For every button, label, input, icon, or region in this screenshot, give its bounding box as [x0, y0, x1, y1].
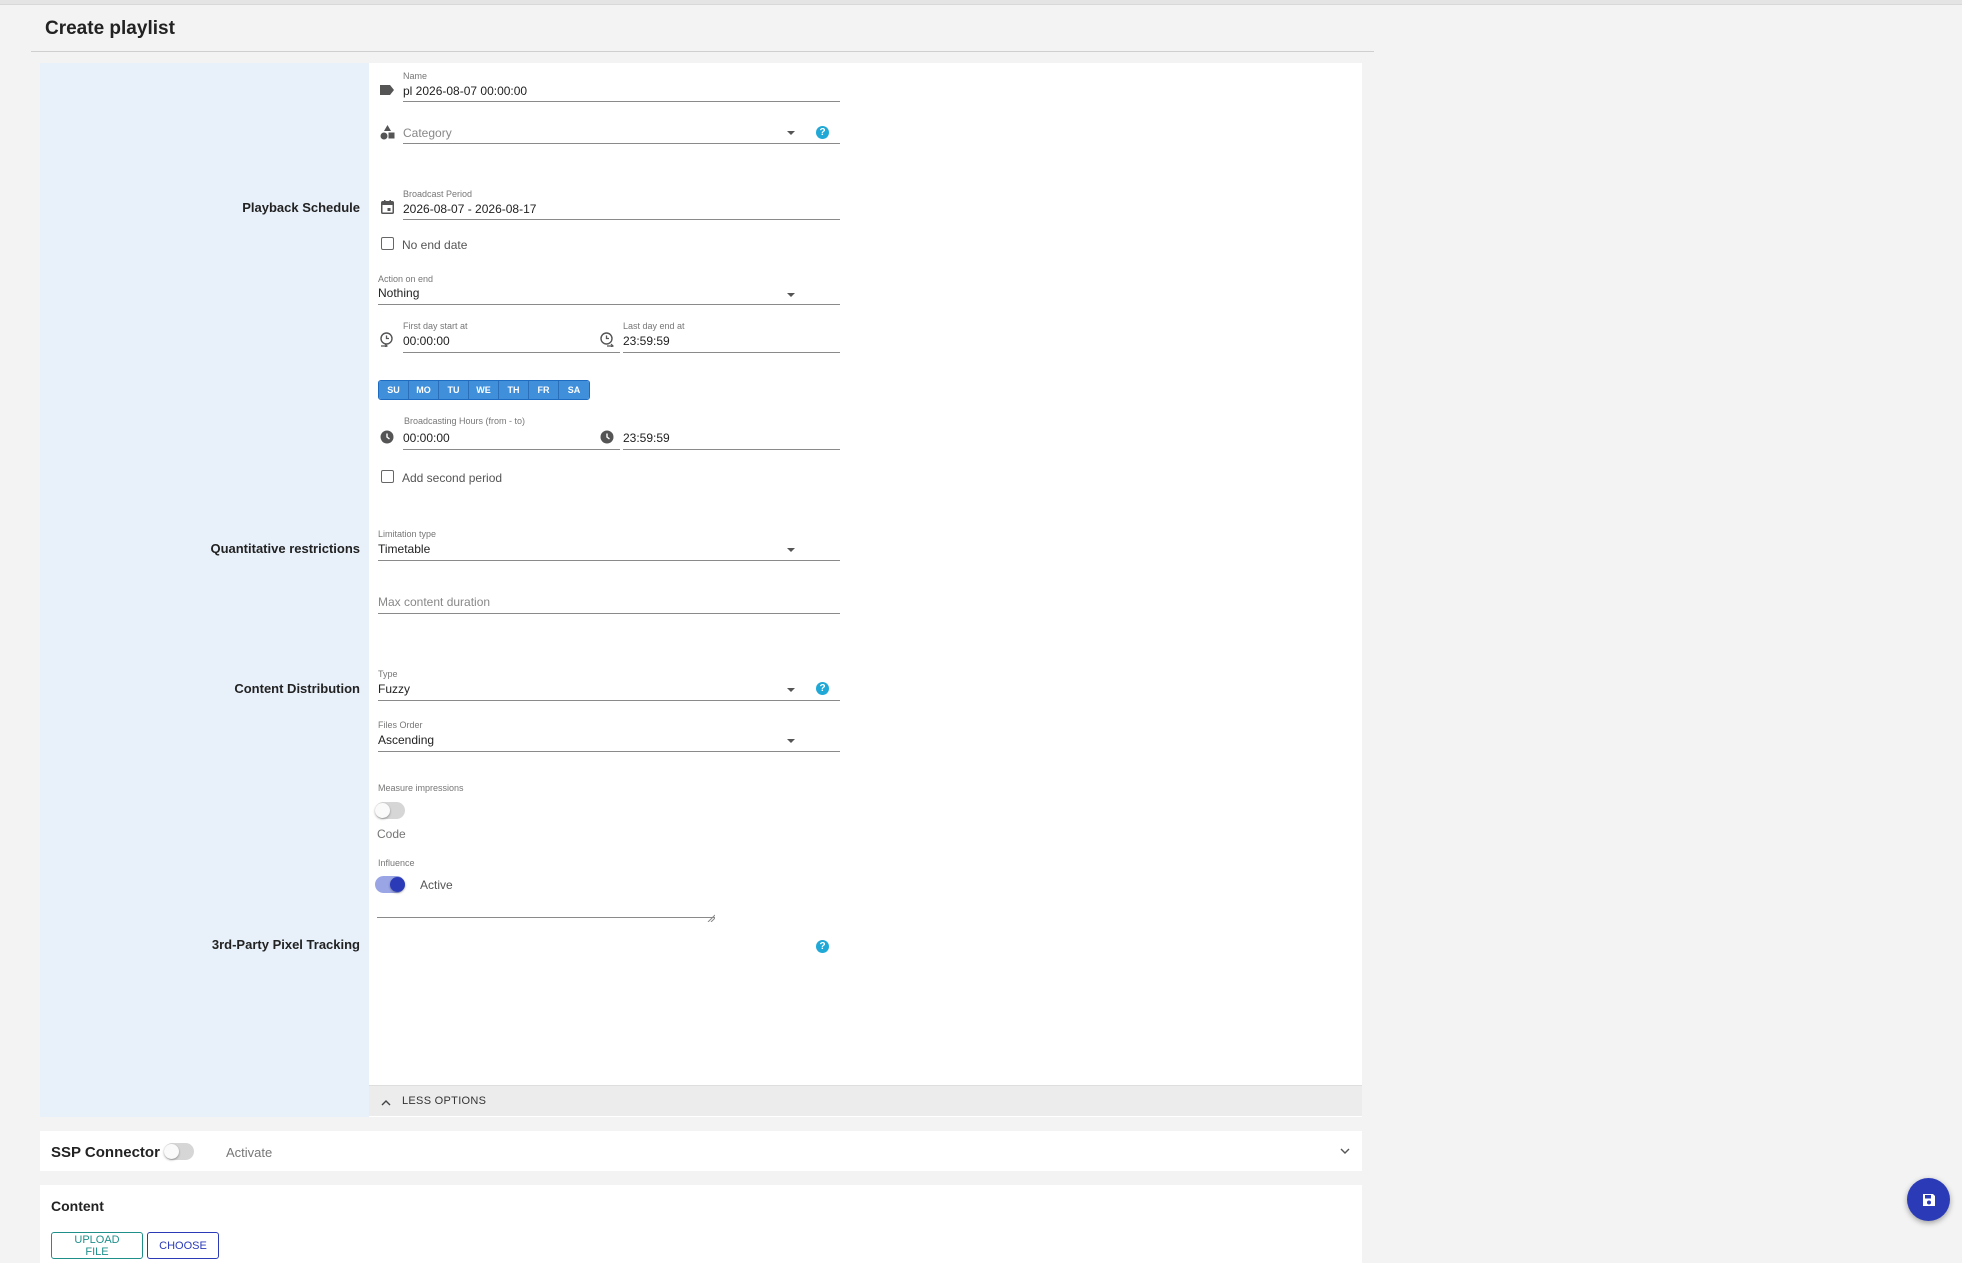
clock-icon: [379, 429, 395, 445]
ssp-connector-panel: SSP Connector Activate: [40, 1131, 1362, 1171]
save-icon: [1922, 1193, 1936, 1207]
clock-icon: [599, 429, 615, 445]
weekday-button-th[interactable]: TH: [499, 381, 529, 399]
limitation-type-label: Limitation type: [378, 529, 437, 539]
ssp-activate-label: Activate: [226, 1145, 273, 1160]
distribution-type-label: Type: [378, 669, 398, 679]
broadcasting-hours-label: Broadcasting Hours (from - to): [404, 416, 526, 426]
weekday-button-su[interactable]: SU: [379, 381, 409, 399]
label-icon: [379, 82, 395, 98]
add-second-period-label: Add second period: [402, 471, 503, 485]
category-underline: [403, 143, 840, 144]
action-on-end-underline: [378, 304, 840, 305]
calendar-icon: [379, 199, 395, 215]
section-label-content-distribution: Content Distribution: [234, 681, 360, 696]
playlist-form: Playback Schedule Quantitative restricti…: [40, 63, 1362, 1117]
first-day-start-underline: [403, 352, 620, 353]
broadcast-period-input[interactable]: 2026-08-07 - 2026-08-17: [403, 202, 536, 216]
distribution-type-select[interactable]: Fuzzy: [378, 682, 410, 696]
limitation-type-select[interactable]: Timetable: [378, 542, 430, 556]
last-day-end-underline: [623, 352, 840, 353]
files-order-underline: [378, 751, 840, 752]
chevron-down-icon: [787, 688, 795, 692]
weekday-button-fr[interactable]: FR: [529, 381, 559, 399]
distribution-type-underline: [378, 700, 840, 701]
section-label-quantitative-restrictions: Quantitative restrictions: [210, 541, 360, 556]
chevron-down-icon: [787, 548, 795, 552]
first-day-start-input[interactable]: 00:00:00: [403, 334, 450, 348]
choose-button[interactable]: CHOOSE: [147, 1232, 219, 1259]
content-title: Content: [51, 1198, 104, 1214]
alarm-start-icon: [379, 331, 395, 347]
top-bar: [0, 0, 1962, 5]
weekday-button-we[interactable]: WE: [469, 381, 499, 399]
name-label: Name: [403, 71, 428, 81]
broadcast-period-underline: [403, 219, 840, 220]
name-input[interactable]: pl 2026-08-07 00:00:00: [403, 84, 527, 98]
max-content-duration-underline: [378, 613, 840, 614]
weekday-button-tu[interactable]: TU: [439, 381, 469, 399]
files-order-label: Files Order: [378, 720, 423, 730]
code-help-icon[interactable]: ?: [816, 940, 829, 953]
measure-impressions-label: Measure impressions: [378, 783, 464, 793]
name-underline: [403, 101, 840, 102]
ssp-activate-toggle[interactable]: [164, 1143, 194, 1160]
chevron-up-icon: [378, 1094, 394, 1110]
weekday-button-mo[interactable]: MO: [409, 381, 439, 399]
category-help-icon[interactable]: ?: [816, 126, 829, 139]
files-order-select[interactable]: Ascending: [378, 733, 434, 747]
broadcasting-hours-from-input[interactable]: 00:00:00: [403, 431, 450, 445]
no-end-date-checkbox[interactable]: [381, 237, 394, 250]
last-day-end-input[interactable]: 23:59:59: [623, 334, 670, 348]
distribution-help-icon[interactable]: ?: [816, 682, 829, 695]
limitation-type-underline: [378, 560, 840, 561]
form-section-labels: Playback Schedule Quantitative restricti…: [40, 63, 369, 1117]
content-panel: Content UPLOAD FILE CHOOSE: [40, 1185, 1362, 1263]
chevron-down-icon: [787, 293, 795, 297]
weekday-selector: SU MO TU WE TH FR SA: [378, 380, 590, 400]
upload-file-button[interactable]: UPLOAD FILE: [51, 1232, 143, 1259]
alarm-end-icon: [599, 331, 615, 347]
section-label-pixel-tracking: 3rd-Party Pixel Tracking: [211, 937, 360, 952]
no-end-date-label: No end date: [402, 238, 468, 252]
less-options-toggle[interactable]: LESS OPTIONS: [369, 1085, 1362, 1116]
section-label-playback-schedule: Playback Schedule: [242, 200, 360, 215]
page-title: Create playlist: [45, 18, 175, 39]
less-options-label: LESS OPTIONS: [402, 1095, 487, 1107]
save-button[interactable]: [1907, 1178, 1950, 1221]
measure-impressions-toggle[interactable]: [375, 802, 405, 819]
first-day-start-label: First day start at: [403, 321, 468, 331]
ssp-connector-title: SSP Connector: [51, 1144, 160, 1161]
chevron-down-icon[interactable]: [1337, 1143, 1353, 1159]
resize-grip-icon[interactable]: [707, 909, 716, 923]
broadcast-period-label: Broadcast Period: [403, 189, 473, 199]
action-on-end-select[interactable]: Nothing: [378, 286, 419, 300]
last-day-end-label: Last day end at: [623, 321, 685, 331]
category-shapes-icon: [379, 124, 395, 140]
title-divider: [31, 51, 1374, 52]
max-content-duration-input[interactable]: Max content duration: [378, 595, 490, 609]
broadcasting-hours-from-underline: [403, 449, 620, 450]
category-select[interactable]: Category: [403, 126, 452, 140]
weekday-button-sa[interactable]: SA: [559, 381, 589, 399]
chevron-down-icon: [787, 131, 795, 135]
code-textarea[interactable]: [377, 827, 715, 918]
add-second-period-checkbox[interactable]: [381, 470, 394, 483]
action-on-end-label: Action on end: [378, 274, 434, 284]
chevron-down-icon: [787, 739, 795, 743]
broadcasting-hours-to-underline: [623, 449, 840, 450]
broadcasting-hours-to-input[interactable]: 23:59:59: [623, 431, 670, 445]
